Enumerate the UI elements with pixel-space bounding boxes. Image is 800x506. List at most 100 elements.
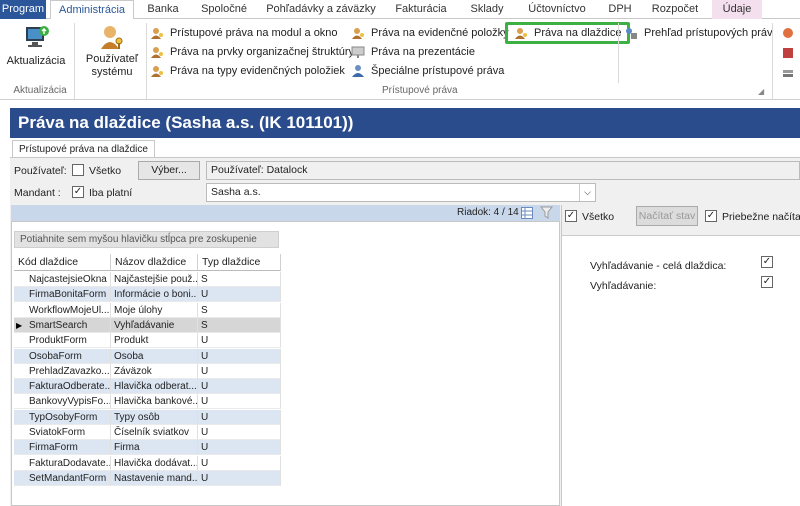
user-key-icon bbox=[150, 64, 164, 78]
table-row[interactable]: OsobaForm Osoba U bbox=[14, 348, 281, 364]
right-item-checkbox[interactable]: ✓ bbox=[761, 276, 773, 288]
mandant-label: Mandant : bbox=[14, 187, 61, 199]
table-cell: FirmaForm bbox=[14, 440, 111, 456]
table-cell: U bbox=[198, 363, 281, 379]
user-key-icon bbox=[351, 26, 365, 40]
tab-administracia[interactable]: Administrácia bbox=[50, 0, 134, 20]
item-types-rights-button[interactable]: Práva na typy evidenčných položiek bbox=[150, 62, 345, 80]
rights-overview-button[interactable]: Prehľad prístupových práv bbox=[624, 24, 773, 42]
table-row[interactable]: NajcastejsieOkna Najčastejšie použ... S bbox=[14, 272, 281, 287]
table-cell: PrehladZavazko... bbox=[14, 363, 111, 379]
all-users-checkbox[interactable] bbox=[72, 164, 84, 176]
table-row[interactable]: SmartSearch Vyhľadávanie S ▶ bbox=[14, 317, 281, 333]
mandant-select[interactable]: Sasha a.s. ⌵ bbox=[206, 183, 596, 202]
load-state-button[interactable]: Načítať stav bbox=[636, 206, 698, 226]
table-row[interactable]: SviatokForm Číselník sviatkov U bbox=[14, 425, 281, 440]
only-valid-label: Iba platní bbox=[89, 187, 133, 199]
user-key-icon bbox=[101, 26, 123, 49]
items-rights-label: Práva na evidenčné položky bbox=[371, 27, 509, 39]
tab-sklady[interactable]: Sklady bbox=[462, 0, 512, 19]
dialog-launcher-icon[interactable]: ◢ bbox=[758, 87, 764, 96]
table-cell: FakturaOdberate... bbox=[14, 379, 111, 395]
table-row[interactable]: FirmaBonitaForm Informácie o boni... U bbox=[14, 287, 281, 303]
only-valid-checkbox[interactable]: ✓ bbox=[72, 186, 84, 198]
tab-udaje[interactable]: Údaje bbox=[712, 0, 762, 19]
pouzivatel-label-1: Používateľ bbox=[85, 53, 139, 65]
pouzivatel-systemu-button[interactable]: Používateľ systému bbox=[80, 23, 144, 79]
user-key-icon bbox=[150, 45, 164, 59]
table-cell: Hlavička bankové... bbox=[111, 394, 198, 410]
grid-columns-icon[interactable] bbox=[521, 207, 533, 222]
tile-rights-label: Práva na dlaždice bbox=[534, 27, 622, 39]
tab-spolocne[interactable]: Spoločné bbox=[193, 0, 255, 19]
presentation-rights-button[interactable]: Práva na prezentácie bbox=[351, 43, 475, 61]
table-row[interactable]: FakturaDodavate... Hlavička dodávat... U bbox=[14, 455, 281, 471]
items-rights-button[interactable]: Práva na evidenčné položky bbox=[351, 24, 509, 42]
rights-overview-label: Prehľad prístupových práv bbox=[644, 27, 773, 39]
tab-dph[interactable]: DPH bbox=[602, 0, 638, 19]
right-item-checkbox[interactable]: ✓ bbox=[761, 256, 773, 268]
table-cell: Najčastejšie použ... bbox=[111, 272, 198, 287]
table-cell: Číselník sviatkov bbox=[111, 425, 198, 440]
table-row[interactable]: WorkflowMojeUl... Moje úlohy S bbox=[14, 302, 281, 318]
table-cell: Produkt bbox=[111, 333, 198, 349]
grid-status-bar: Riadok: 4 / 14 bbox=[11, 205, 560, 221]
table-row[interactable]: ProduktForm Produkt U bbox=[14, 333, 281, 349]
chevron-down-icon[interactable]: ⌵ bbox=[579, 184, 595, 201]
tab-banka[interactable]: Banka bbox=[140, 0, 186, 19]
group-label-pristupove: Prístupové práva bbox=[382, 85, 458, 96]
table-cell: BankovyVypisFo... bbox=[14, 394, 111, 410]
current-row-indicator-icon: ▶ bbox=[16, 320, 23, 330]
table-cell: U bbox=[198, 333, 281, 349]
table-cell: Informácie o boni... bbox=[111, 287, 198, 303]
table-row[interactable]: SetMandantForm Nastavenie mand... U bbox=[14, 470, 281, 486]
window-title: Práva na dlaždice (Sasha a.s. (IK 101101… bbox=[10, 108, 800, 138]
table-cell: FakturaDodavate... bbox=[14, 455, 111, 471]
table-row[interactable]: TypOsobyForm Typy osôb U bbox=[14, 409, 281, 425]
special-rights-button[interactable]: Špeciálne prístupové práva bbox=[351, 62, 504, 80]
select-user-button[interactable]: Výber... bbox=[138, 161, 200, 180]
table-cell: WorkflowMojeUl... bbox=[14, 302, 111, 318]
table-cell: FirmaBonitaForm bbox=[14, 287, 111, 303]
tab-program[interactable]: Program bbox=[0, 0, 46, 19]
tile-rights-button[interactable]: Práva na dlaždice bbox=[505, 22, 631, 44]
column-header-code[interactable]: Kód dlaždice bbox=[14, 254, 111, 271]
table-row[interactable]: BankovyVypisFo... Hlavička bankové... U bbox=[14, 394, 281, 410]
table-cell: S bbox=[198, 272, 281, 287]
tab-rozpocet[interactable]: Rozpočet bbox=[646, 0, 704, 19]
tab-pohladavky[interactable]: Pohľadávky a záväzky bbox=[262, 0, 380, 19]
stack-icon[interactable] bbox=[782, 67, 794, 82]
right-all-checkbox[interactable]: ✓ bbox=[565, 210, 577, 222]
lock-user-icon bbox=[624, 26, 638, 40]
table-cell: TypOsobyForm bbox=[14, 409, 111, 425]
table-cell: U bbox=[198, 348, 281, 364]
subtab-tile-rights[interactable]: Prístupové práva na dlaždice bbox=[12, 140, 155, 158]
settings-icon[interactable] bbox=[782, 47, 794, 62]
table-cell: OsobaForm bbox=[14, 348, 111, 364]
table-cell: Hlavička dodávat... bbox=[111, 455, 198, 471]
table-row[interactable]: FakturaOdberate... Hlavička odberat... U bbox=[14, 379, 281, 395]
table-cell: U bbox=[198, 440, 281, 456]
presentation-icon bbox=[351, 45, 365, 59]
table-cell: SmartSearch bbox=[14, 317, 111, 333]
modul-okno-rights-button[interactable]: Prístupové práva na modul a okno bbox=[150, 24, 338, 42]
org-structure-rights-button[interactable]: Práva na prvky organizačnej štruktúry bbox=[150, 43, 354, 61]
table-cell: SetMandantForm bbox=[14, 470, 111, 486]
right-item-label: Vyhľadávanie: bbox=[590, 280, 657, 292]
table-cell: Moje úlohy bbox=[111, 302, 198, 318]
column-header-name[interactable]: Názov dlaždice bbox=[111, 254, 198, 271]
globe-icon[interactable] bbox=[782, 27, 794, 42]
table-cell: Typy osôb bbox=[111, 409, 198, 425]
table-row[interactable]: FirmaForm Firma U bbox=[14, 440, 281, 456]
table-row[interactable]: PrehladZavazko... Záväzok U bbox=[14, 363, 281, 379]
continuous-load-checkbox[interactable]: ✓ bbox=[705, 210, 717, 222]
column-header-type[interactable]: Typ dlaždice bbox=[198, 254, 281, 271]
table-cell: Firma bbox=[111, 440, 198, 456]
table-cell: U bbox=[198, 379, 281, 395]
aktualizacia-button[interactable]: Aktualizácia bbox=[4, 23, 68, 68]
row-counter: Riadok: 4 / 14 bbox=[457, 207, 519, 218]
tab-uctovnictvo[interactable]: Účtovníctvo bbox=[520, 0, 594, 19]
tab-fakturacia[interactable]: Fakturácia bbox=[388, 0, 454, 19]
group-by-area[interactable]: Potiahnite sem myšou hlavičku stĺpca pre… bbox=[14, 231, 279, 248]
filter-icon[interactable] bbox=[539, 206, 554, 222]
